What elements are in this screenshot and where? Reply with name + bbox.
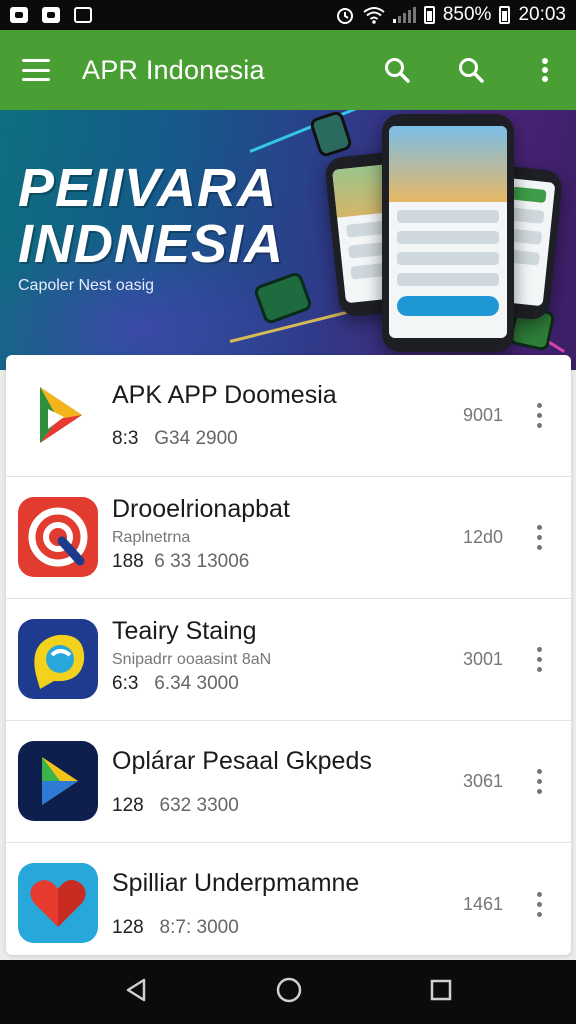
app-meta: 8:3 G34 2900 [112,428,238,449]
battery-icon [423,6,435,24]
list-item[interactable]: Spilliar Underpmamne 128 8:7: 3000 1461 [6,843,571,955]
wifi-icon [363,7,385,24]
app-name: Teairy Staing [112,617,257,645]
app-meta: 128 632 3300 [112,795,239,816]
app-name: APK APP Doomesia [112,381,337,409]
overflow-menu-icon[interactable] [530,55,560,85]
home-icon[interactable] [275,976,303,1009]
app-size: 12d0 [462,527,503,547]
search-icon[interactable] [382,55,412,85]
app-size: 3001 [462,649,503,669]
chat-globe-icon [18,619,98,699]
app-size: 1461 [462,893,503,914]
menu-icon[interactable] [22,59,50,81]
status-bar: 850% 20:03 [0,0,576,30]
system-nav-bar [0,960,576,1024]
notification-icons [10,7,92,23]
app-name: Oplárar Pesaal Gkpeds [112,747,372,775]
phone-graphic-center [382,114,514,352]
recents-icon[interactable] [429,978,453,1007]
app-size: 9001 [462,405,503,425]
more-options-icon[interactable] [527,640,551,680]
image-notification-icon [10,7,28,23]
app-meta: 128 8:7: 3000 [112,917,239,938]
target-q-icon [18,497,98,577]
screen: 850% 20:03 APR Indonesia PEIIVARA INDNES… [0,0,576,1024]
play-arrow-icon [18,741,98,821]
app-meta: 188 6 33 13006 [112,551,250,572]
promo-banner[interactable]: PEIIVARA INDNESIA Capoler Nest oasig [0,110,576,370]
battery-percent: 850% [442,4,492,25]
app-name: Drooelrionapbat [112,495,290,523]
banner-subtitle: Capoler Nest oasig [18,277,155,294]
more-options-icon[interactable] [527,518,551,558]
list-item[interactable]: APK APP Doomesia 8:3 G34 2900 9001 [6,355,571,477]
app-meta: 6:3 6.34 3000 [112,673,239,694]
list-item[interactable]: Drooelrionapbat Raplnetrna 188 6 33 1300… [6,477,571,599]
battery-icon-secondary [499,6,511,24]
more-options-icon[interactable] [527,884,551,924]
signal-icon [392,7,416,23]
app-list: APK APP Doomesia 8:3 G34 2900 9001 Drooe… [6,355,571,955]
app-subtitle: Raplnetrna [112,529,191,546]
back-icon[interactable] [123,977,149,1008]
app-notification-icon [42,7,60,23]
tablet-graphic [308,110,354,159]
status-time: 20:03 [518,4,566,25]
list-item[interactable]: Oplárar Pesaal Gkpeds 128 632 3300 3061 [6,721,571,843]
alarm-icon [336,8,353,24]
message-notification-icon [74,7,92,23]
banner-title: PEIIVARA INDNESIA [18,158,285,274]
app-size: 3061 [462,771,503,791]
search-icon-secondary[interactable] [456,55,486,85]
heart-icon [18,863,98,943]
more-options-icon[interactable] [527,762,551,802]
app-bar-actions [382,55,560,85]
play-triangle-icon [18,375,98,455]
app-bar: APR Indonesia [0,30,576,110]
list-item[interactable]: Teairy Staing Snipadrr ooaasint 8aN 6:3 … [6,599,571,721]
app-title: APR Indonesia [82,54,265,85]
app-name: Spilliar Underpmamne [112,869,360,897]
more-options-icon[interactable] [527,396,551,436]
system-icons: 850% 20:03 [335,4,566,26]
app-subtitle: Snipadrr ooaasint 8aN [112,651,272,668]
